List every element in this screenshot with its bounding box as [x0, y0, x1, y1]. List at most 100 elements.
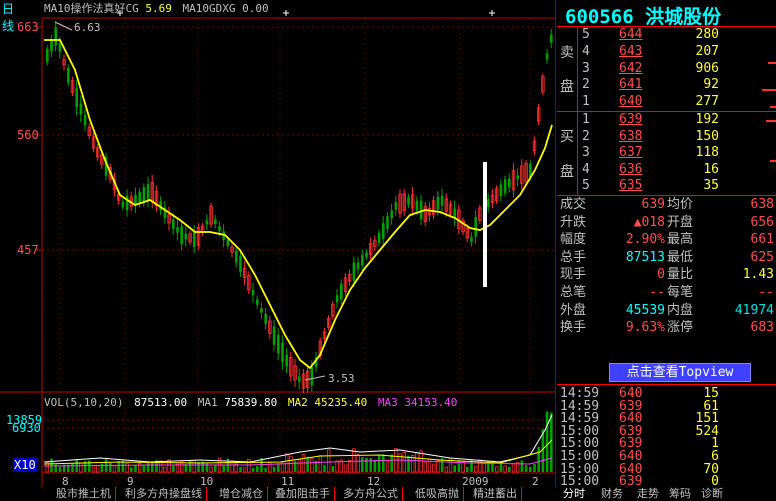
- volume-legend: VOL(5,10,20) 87513.00 MA1 75839.80 MA2 4…: [44, 396, 457, 409]
- volume-bar: [247, 458, 251, 473]
- volume-bar: [356, 454, 360, 473]
- volume-bar: [529, 466, 532, 472]
- volume-bar: [172, 465, 175, 472]
- volume-bar: [537, 446, 540, 472]
- candle-body: [142, 186, 146, 203]
- volume-bar: [382, 454, 385, 472]
- order-level: 1: [582, 112, 590, 127]
- volume-bar: [242, 467, 247, 473]
- tab-fenshi[interactable]: 分时: [563, 487, 585, 501]
- volume-bar: [310, 457, 314, 473]
- order-level: 3: [582, 145, 590, 161]
- candle-body: [310, 366, 314, 386]
- candle-body: [193, 231, 196, 247]
- volume-bar: [272, 466, 276, 472]
- tab-dixi-gaopao[interactable]: 低吸高抛: [411, 487, 464, 501]
- candle-body: [121, 201, 125, 208]
- buy-order-row[interactable]: 1 639 192: [557, 112, 776, 128]
- volume-bar: [293, 460, 297, 472]
- tab-chouma[interactable]: 筹码: [669, 487, 691, 501]
- quote-value: --: [649, 285, 665, 300]
- candle-body: [419, 200, 423, 220]
- volume-bar: [520, 460, 524, 472]
- order-level: 4: [582, 43, 590, 59]
- low-annotation: 3.53: [328, 372, 355, 385]
- volume-bar: [167, 459, 171, 473]
- sell-order-row[interactable]: 2 641 92: [557, 77, 776, 93]
- order-volume: 16: [703, 161, 719, 177]
- candle-body: [205, 220, 209, 225]
- high-leader: [54, 21, 73, 31]
- depth-bar: [762, 89, 776, 91]
- quote-label: 均价: [667, 197, 694, 212]
- tab-zengcang-jiancang[interactable]: 增仓减仓: [215, 487, 268, 501]
- candle-body: [58, 43, 62, 52]
- candle-body: [377, 232, 381, 244]
- candle-body: [440, 195, 444, 206]
- right-tabbar: 分时 财务 走势 筹码 诊断: [557, 487, 776, 501]
- candle-body: [545, 53, 549, 60]
- quote-label: 总笔: [560, 285, 587, 300]
- order-volume: 118: [695, 145, 719, 161]
- volume-bar: [436, 460, 440, 473]
- order-level: 2: [582, 128, 590, 144]
- vol-value: 87513.00: [134, 396, 188, 409]
- order-level: 5: [582, 178, 590, 194]
- candle-body: [487, 199, 490, 207]
- buy-order-row[interactable]: 4 636 16: [557, 162, 776, 178]
- candle-body: [474, 216, 477, 237]
- topview-button[interactable]: 点击查看Topview: [609, 363, 751, 382]
- sell-order-row[interactable]: 4 643 207: [557, 44, 776, 60]
- volume-bar: [533, 464, 536, 472]
- tab-caiwu[interactable]: 财务: [601, 487, 623, 501]
- tab-liduofangzhou[interactable]: 利多方舟操盘线: [121, 487, 207, 501]
- period-label[interactable]: 日线: [2, 0, 14, 34]
- sell-order-row[interactable]: 3 642 906: [557, 61, 776, 77]
- ma1-value: 75839.80: [224, 396, 278, 409]
- tab-duofangzhou-gongshi[interactable]: 多方舟公式: [339, 487, 403, 501]
- tab-zhenduan[interactable]: 诊断: [701, 487, 723, 501]
- tab-diejia-zujishou[interactable]: 叠加阻击手: [271, 487, 335, 501]
- quote-value: --: [758, 285, 774, 300]
- sell-order-row[interactable]: 1 640 277: [557, 94, 776, 110]
- ma2-value: 45235.40: [314, 396, 368, 409]
- tab-jingjin-xuchu[interactable]: 精进蓄出: [469, 487, 522, 501]
- candle-body: [382, 223, 385, 239]
- buy-order-row[interactable]: 2 638 150: [557, 129, 776, 145]
- order-price: 641: [619, 77, 643, 93]
- marker-bar: [483, 162, 487, 287]
- kline-chart[interactable]: [0, 0, 556, 487]
- volume-bar: [112, 465, 117, 473]
- buy-order-row[interactable]: 5 635 35: [557, 178, 776, 194]
- candle-body: [508, 178, 511, 188]
- volume-bar: [402, 452, 406, 473]
- order-volume: 192: [695, 112, 719, 127]
- tab-zoushi[interactable]: 走势: [637, 487, 659, 501]
- indicator-gdxg-value: 0.00: [242, 2, 269, 15]
- order-volume: 92: [703, 77, 719, 93]
- high-annotation: 6.63: [74, 21, 101, 34]
- quote-value: 656: [750, 214, 774, 230]
- vol-label: VOL(5,10,20): [44, 396, 124, 409]
- vol-ma1-line: [43, 414, 553, 463]
- candle-body: [75, 88, 78, 108]
- quote-label: 量比: [667, 267, 694, 283]
- tab-gushi-tuituji[interactable]: 股市推土机: [52, 487, 116, 501]
- candle-body: [226, 239, 230, 246]
- volume-bar: [365, 457, 368, 472]
- ma2-label: MA2: [287, 396, 308, 409]
- quote-row: 幅度 2.90% 最高 661: [557, 231, 776, 248]
- volume-bar: [130, 467, 133, 472]
- volume-bar: [385, 460, 390, 473]
- quote-label: 换手: [560, 320, 587, 336]
- quote-row: 总笔 -- 每笔 --: [557, 284, 776, 301]
- order-level: 5: [582, 27, 590, 42]
- buy-order-row[interactable]: 3 637 118: [557, 145, 776, 161]
- candle-body: [264, 313, 267, 324]
- volume-bar: [326, 449, 331, 473]
- volume-bar: [192, 459, 196, 473]
- volume-bar: [373, 459, 377, 472]
- volume-bar: [318, 455, 322, 473]
- vol-unit: X10: [13, 458, 37, 472]
- sell-order-row[interactable]: 5 644 280: [557, 27, 776, 43]
